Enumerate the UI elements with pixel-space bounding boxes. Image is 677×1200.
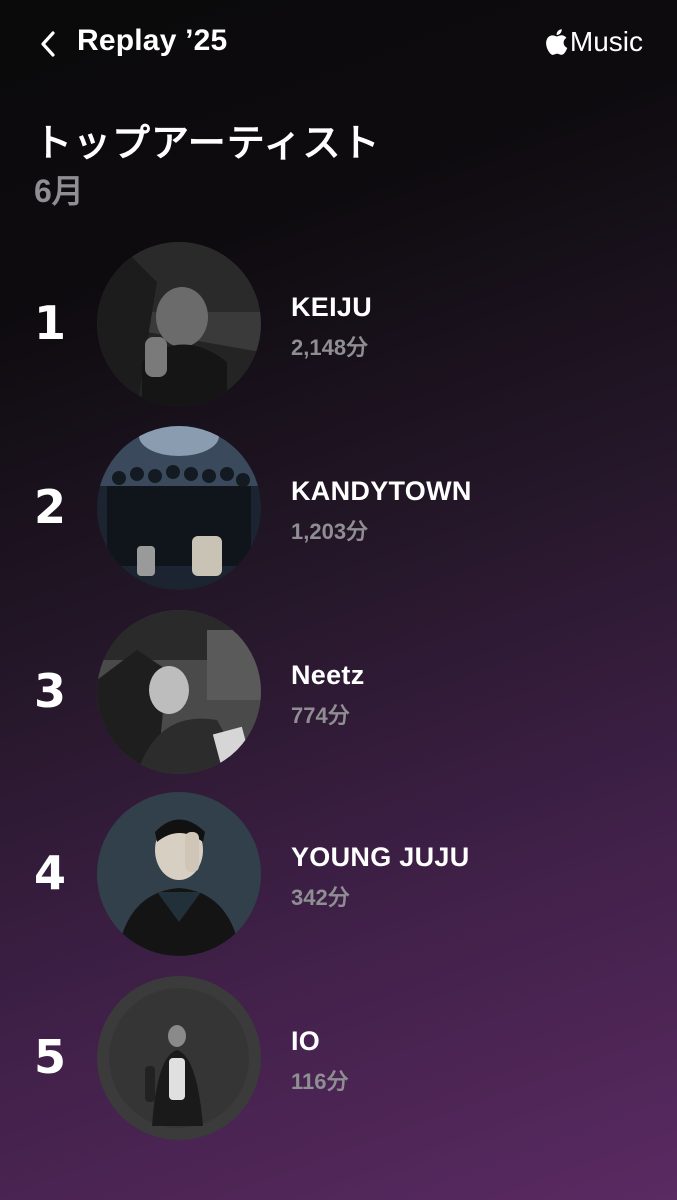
brand-label: Music (569, 26, 643, 57)
artist-minutes: 1,203分 (291, 519, 369, 544)
artist-avatar[interactable] (97, 426, 261, 590)
artist-minutes: 342分 (291, 885, 350, 910)
rank-number: 4 (34, 846, 67, 900)
section-title: トップアーティスト (34, 123, 381, 165)
rank-number: 2 (34, 480, 67, 534)
artist-row[interactable]: 5 IO 116分 (0, 976, 677, 1140)
artist-avatar[interactable] (97, 242, 261, 406)
rank-number: 5 (34, 1030, 67, 1084)
section-subtitle: 6月 (34, 173, 84, 209)
artist-name: IO (291, 1026, 321, 1056)
artist-avatar[interactable] (97, 610, 261, 774)
artist-minutes: 2,148分 (291, 335, 369, 360)
replay-title: Replay ’25 (77, 24, 228, 57)
artist-minutes: 774分 (291, 703, 350, 728)
artist-name: Neetz (291, 660, 365, 690)
artist-row[interactable]: 1 KEIJU 2,148分 (0, 242, 677, 406)
artist-row[interactable]: 2 KANDYTOWN 1,203分 (0, 426, 677, 590)
artist-row[interactable]: 4 YOUNG JUJU 342分 (0, 792, 677, 956)
artist-avatar[interactable] (97, 792, 261, 956)
back-button[interactable] (30, 26, 66, 62)
artist-name: YOUNG JUJU (291, 842, 470, 872)
rank-number: 1 (34, 296, 67, 350)
artist-name: KANDYTOWN (291, 476, 472, 506)
top-bar: Replay ’25 Music (0, 22, 677, 66)
artist-avatar[interactable] (97, 976, 261, 1140)
artist-name: KEIJU (291, 292, 373, 322)
apple-music-logo: Music (544, 26, 643, 58)
artist-minutes: 116分 (291, 1069, 349, 1094)
chevron-left-icon (41, 31, 55, 57)
artist-row[interactable]: 3 Neetz 774分 (0, 610, 677, 774)
apple-logo-icon (545, 29, 568, 55)
rank-number: 3 (34, 664, 67, 718)
